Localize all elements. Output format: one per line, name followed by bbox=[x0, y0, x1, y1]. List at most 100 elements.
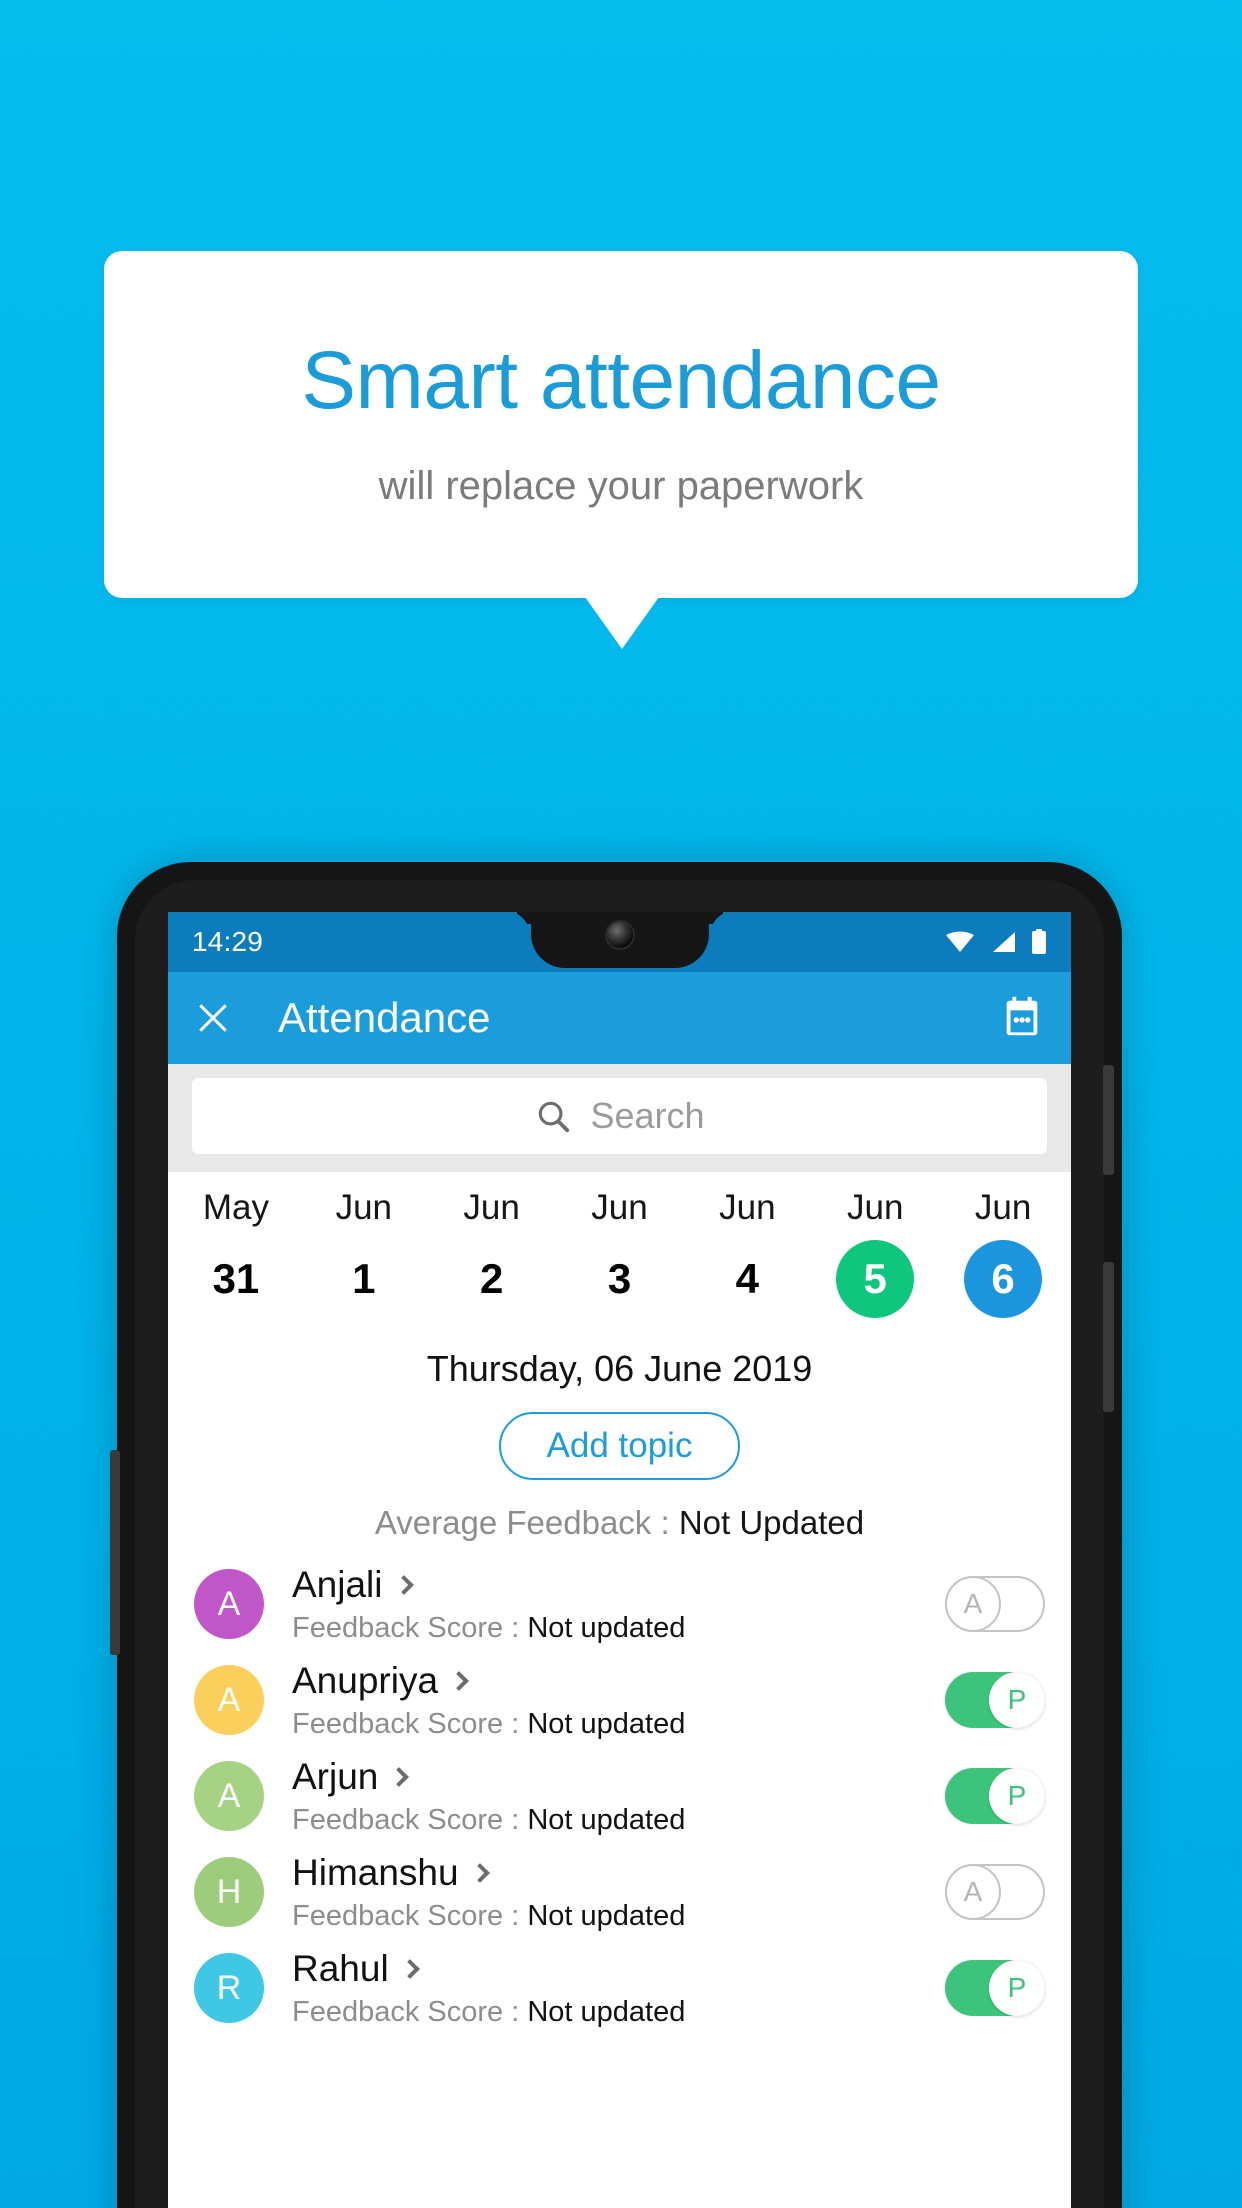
date-number-label: 6 bbox=[991, 1255, 1015, 1302]
student-name-row[interactable]: Arjun bbox=[292, 1756, 945, 1798]
attendance-toggle-knob: P bbox=[989, 1768, 1045, 1824]
attendance-toggle-knob: P bbox=[989, 1672, 1045, 1728]
promo-bubble-tail bbox=[585, 597, 659, 649]
student-name-row[interactable]: Himanshu bbox=[292, 1852, 945, 1894]
date-strip: May 31 Jun 1 Jun 2 Jun 3 Jun 4 Jun 5 Jun 6 bbox=[168, 1172, 1071, 1324]
average-feedback-label: Average Feedback : bbox=[374, 1504, 679, 1541]
date-month-label: Jun bbox=[335, 1188, 392, 1227]
average-feedback-value: Not Updated bbox=[678, 1504, 865, 1541]
status-bar-clock: 14:29 bbox=[192, 926, 264, 957]
student-row[interactable]: A Arjun Feedback Score : Not updated P bbox=[168, 1748, 1071, 1844]
add-topic-container: Add topic bbox=[168, 1412, 1071, 1480]
add-topic-button[interactable]: Add topic bbox=[498, 1412, 741, 1480]
chevron-right-icon[interactable] bbox=[393, 1574, 414, 1595]
date-cell-may-31[interactable]: May 31 bbox=[172, 1188, 300, 1318]
student-info: Anupriya Feedback Score : Not updated bbox=[292, 1660, 945, 1741]
selected-date-label: Thursday, 06 June 2019 bbox=[426, 1348, 813, 1389]
attendance-toggle-knob: A bbox=[945, 1576, 1001, 1632]
attendance-toggle[interactable]: P bbox=[945, 1672, 1045, 1728]
student-name-row[interactable]: Rahul bbox=[292, 1948, 945, 1990]
date-month-label: Jun bbox=[463, 1188, 520, 1227]
student-row[interactable]: A Anjali Feedback Score : Not updated A bbox=[168, 1556, 1071, 1652]
wifi-icon bbox=[946, 931, 974, 952]
student-feedback-score: Feedback Score : Not updated bbox=[292, 1996, 945, 2029]
student-feedback-score: Feedback Score : Not updated bbox=[292, 1612, 945, 1645]
avatar: A bbox=[194, 1761, 264, 1831]
student-name: Rahul bbox=[292, 1947, 389, 1989]
date-cell-jun-5[interactable]: Jun 5 bbox=[811, 1188, 939, 1318]
signal-icon bbox=[993, 932, 1015, 952]
date-number-label: 31 bbox=[212, 1255, 260, 1302]
app-bar: Attendance bbox=[168, 972, 1071, 1064]
feedback-score-value: Not updated bbox=[527, 1707, 686, 1740]
promo-card: Smart attendance will replace your paper… bbox=[104, 251, 1138, 598]
avatar: A bbox=[194, 1569, 264, 1639]
date-cell-jun-4[interactable]: Jun 4 bbox=[683, 1188, 811, 1318]
close-icon[interactable] bbox=[194, 999, 232, 1037]
date-number-badge: 31 bbox=[197, 1240, 275, 1318]
promo-subtitle: will replace your paperwork bbox=[378, 464, 864, 508]
status-bar-icons bbox=[945, 929, 1047, 955]
phone-volume-button[interactable] bbox=[1103, 1065, 1114, 1175]
feedback-score-value: Not updated bbox=[527, 1995, 686, 2028]
student-info: Arjun Feedback Score : Not updated bbox=[292, 1756, 945, 1837]
date-number-badge: 2 bbox=[453, 1240, 531, 1318]
chevron-right-icon[interactable] bbox=[469, 1862, 490, 1883]
student-info: Anjali Feedback Score : Not updated bbox=[292, 1564, 945, 1645]
avatar: H bbox=[194, 1857, 264, 1927]
date-month-label: May bbox=[202, 1188, 269, 1227]
date-cell-jun-2[interactable]: Jun 2 bbox=[428, 1188, 556, 1318]
phone-side-button-left[interactable] bbox=[110, 1450, 120, 1655]
student-row[interactable]: R Rahul Feedback Score : Not updated P bbox=[168, 1940, 1071, 2036]
attendance-toggle-knob: P bbox=[989, 1960, 1045, 2016]
search-icon bbox=[539, 1101, 570, 1133]
average-feedback: Average Feedback : Not Updated bbox=[168, 1504, 1071, 1542]
student-row[interactable]: A Anupriya Feedback Score : Not updated P bbox=[168, 1652, 1071, 1748]
attendance-toggle[interactable]: P bbox=[945, 1960, 1045, 2016]
date-cell-jun-1[interactable]: Jun 1 bbox=[300, 1188, 428, 1318]
promo-title: Smart attendance bbox=[301, 335, 941, 426]
chevron-right-icon[interactable] bbox=[449, 1670, 469, 1691]
date-cell-jun-3[interactable]: Jun 3 bbox=[556, 1188, 684, 1318]
page-title: Attendance bbox=[278, 994, 491, 1041]
calendar-icon[interactable] bbox=[999, 995, 1045, 1041]
status-bar: 14:29 bbox=[168, 912, 1071, 972]
search-input[interactable]: Search bbox=[192, 1078, 1047, 1154]
attendance-toggle[interactable]: P bbox=[945, 1768, 1045, 1824]
search-placeholder: Search bbox=[590, 1095, 705, 1136]
phone-power-button[interactable] bbox=[1103, 1262, 1114, 1412]
date-cell-jun-6[interactable]: Jun 6 bbox=[939, 1188, 1067, 1318]
phone-notch bbox=[530, 912, 709, 968]
student-name-row[interactable]: Anjali bbox=[292, 1564, 945, 1606]
date-number-badge: 5 bbox=[836, 1240, 915, 1318]
student-name: Arjun bbox=[292, 1755, 379, 1797]
attendance-toggle[interactable]: A bbox=[945, 1864, 1045, 1920]
student-list: A Anjali Feedback Score : Not updated A A Anu… bbox=[168, 1556, 1071, 2036]
date-number-badge: 4 bbox=[708, 1240, 786, 1318]
student-row[interactable]: H Himanshu Feedback Score : Not updated A bbox=[168, 1844, 1071, 1940]
search-bar-container: Search bbox=[168, 1064, 1071, 1172]
feedback-score-value: Not updated bbox=[527, 1899, 686, 1932]
chevron-right-icon[interactable] bbox=[389, 1766, 410, 1787]
student-name: Himanshu bbox=[292, 1851, 459, 1893]
feedback-score-value: Not updated bbox=[527, 1803, 686, 1836]
date-month-label: Jun bbox=[719, 1188, 776, 1227]
date-month-label: Jun bbox=[847, 1188, 904, 1227]
battery-icon bbox=[1032, 929, 1046, 954]
date-number-label: 4 bbox=[735, 1255, 760, 1302]
attendance-toggle-knob: A bbox=[945, 1864, 1001, 1920]
feedback-score-value: Not updated bbox=[527, 1611, 686, 1644]
front-camera-lens bbox=[604, 920, 635, 950]
date-month-label: Jun bbox=[974, 1188, 1032, 1227]
student-name: Anjali bbox=[292, 1563, 383, 1605]
attendance-toggle[interactable]: A bbox=[945, 1576, 1045, 1632]
date-number-label: 5 bbox=[863, 1255, 887, 1302]
avatar: A bbox=[194, 1665, 264, 1735]
student-info: Himanshu Feedback Score : Not updated bbox=[292, 1852, 945, 1933]
date-number-label: 1 bbox=[352, 1255, 376, 1302]
date-number-badge: 1 bbox=[325, 1240, 403, 1318]
student-feedback-score: Feedback Score : Not updated bbox=[292, 1804, 945, 1837]
student-name-row[interactable]: Anupriya bbox=[292, 1660, 945, 1702]
phone-screen: 14:29 Attendance Search May 31 Jun 1 Jun… bbox=[168, 912, 1071, 2208]
chevron-right-icon[interactable] bbox=[399, 1958, 420, 1979]
